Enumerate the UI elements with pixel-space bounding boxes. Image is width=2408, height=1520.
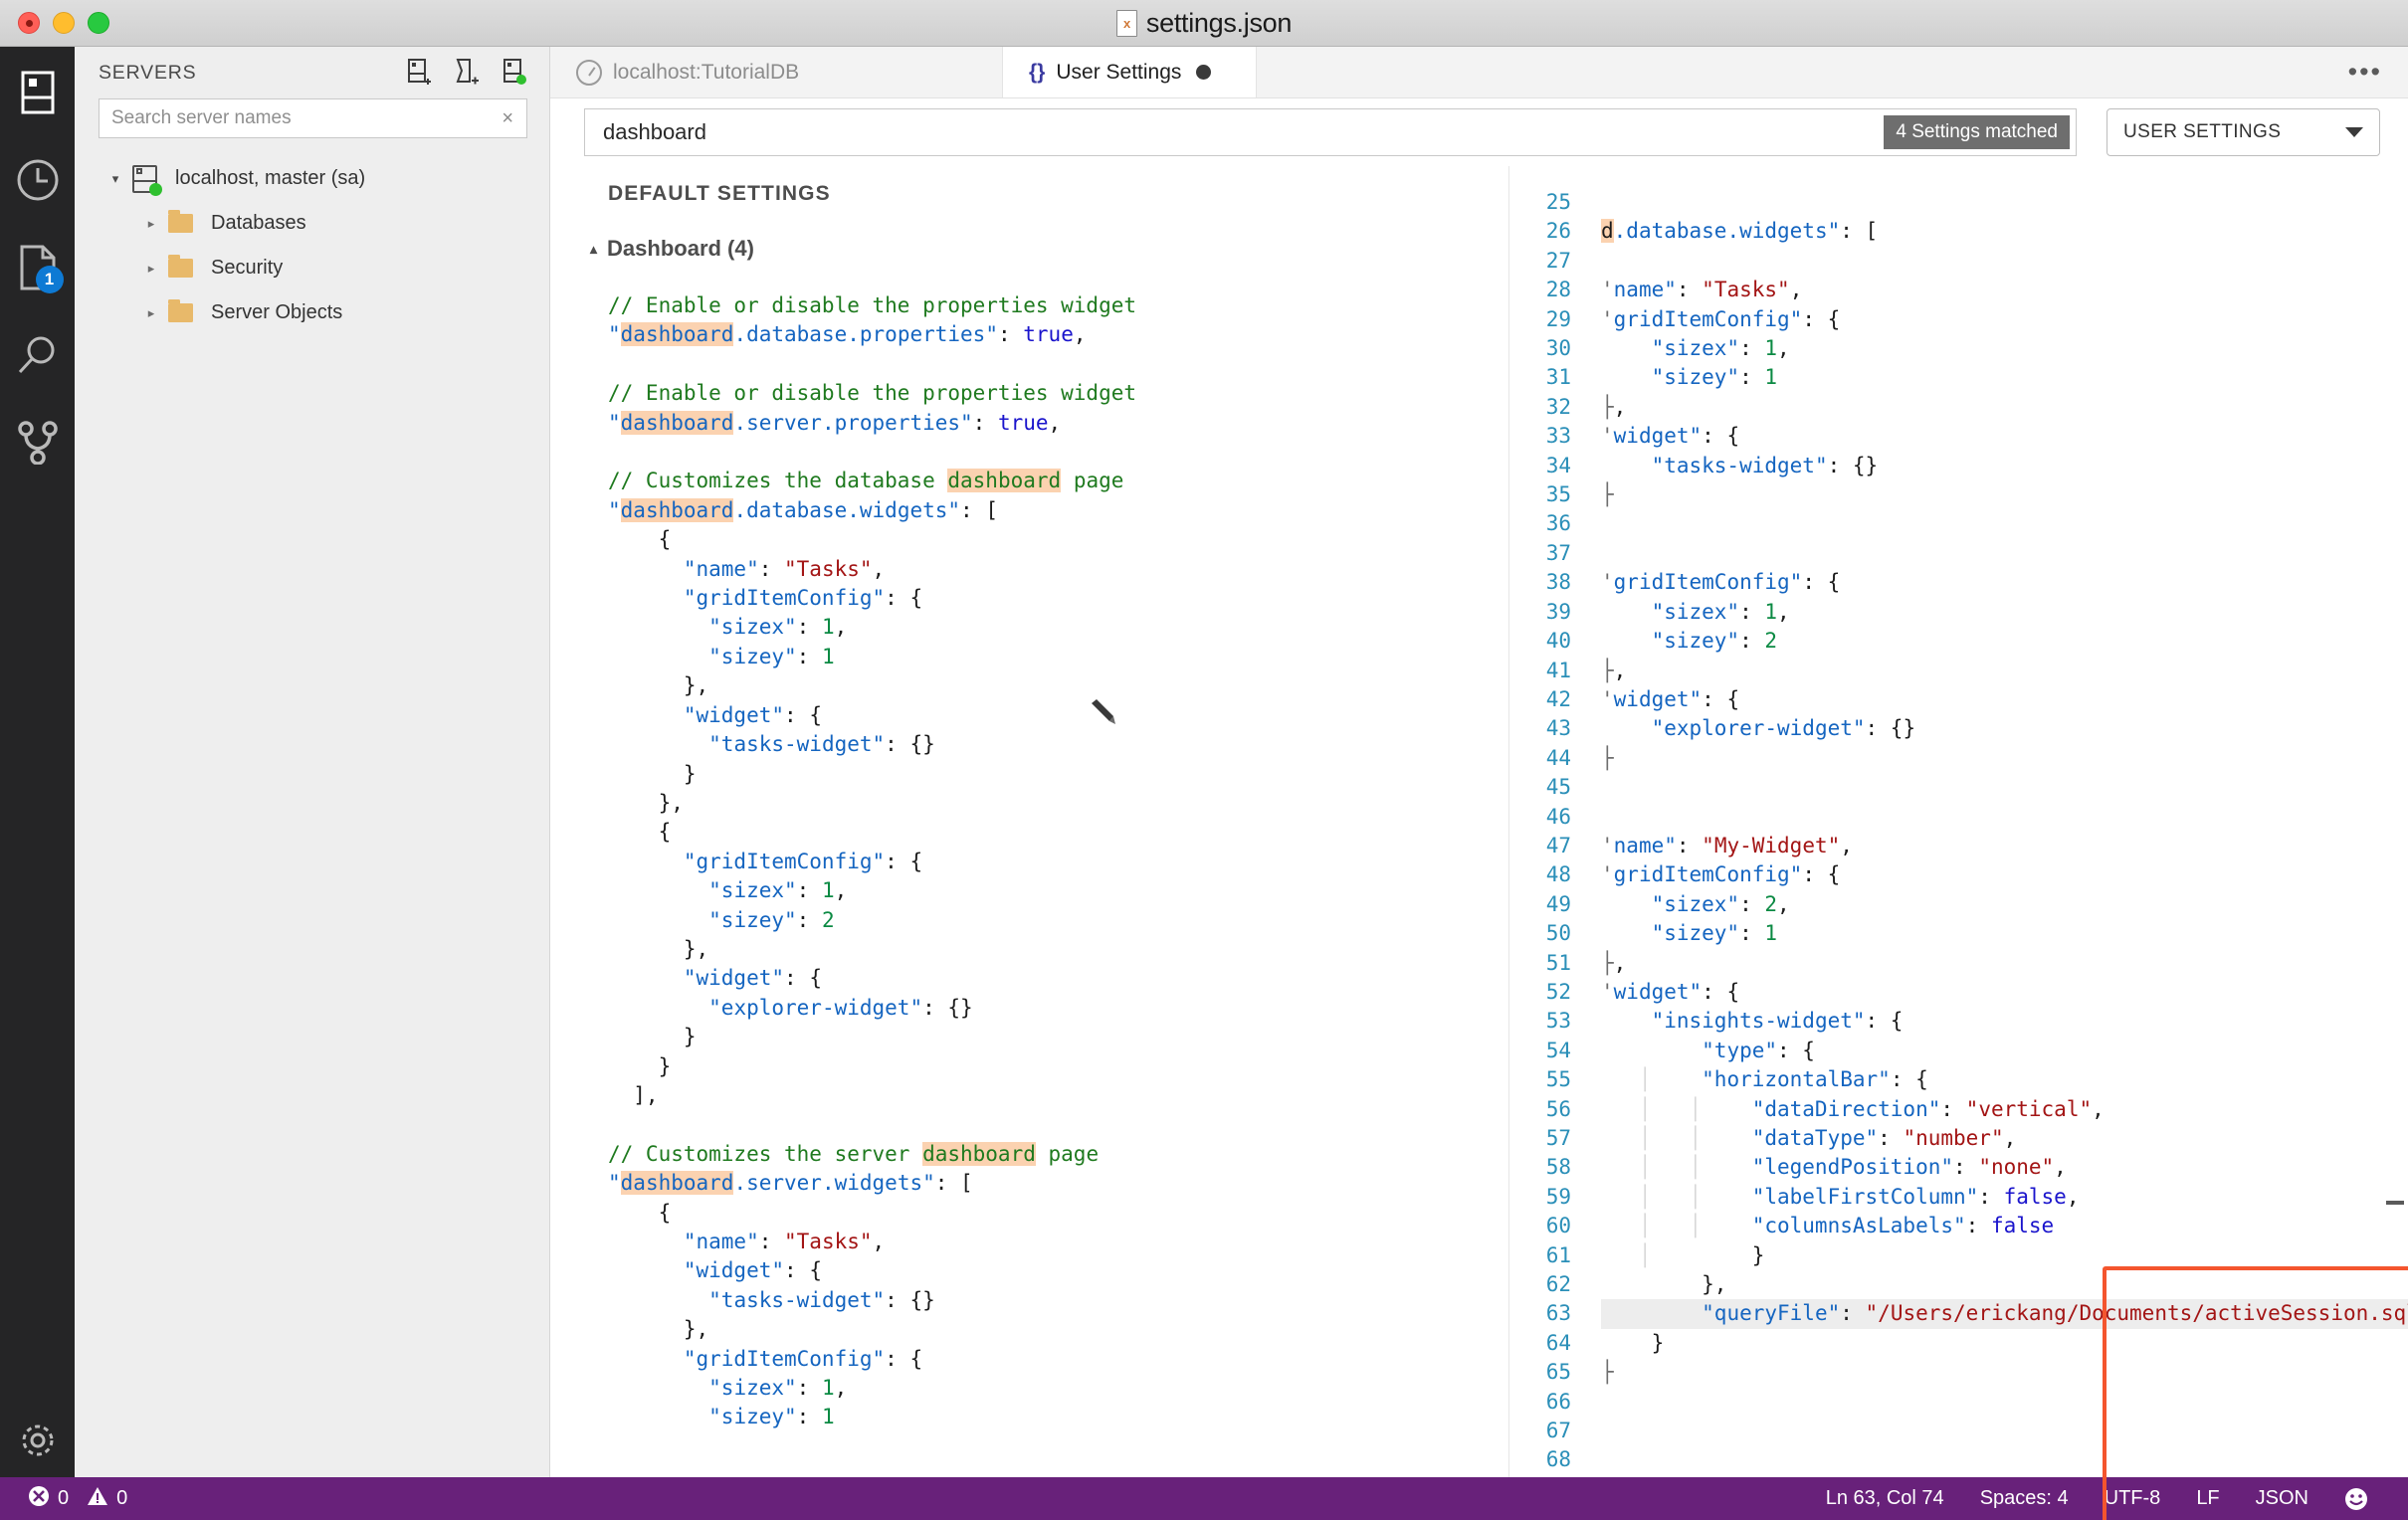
editor-actions-more-icon[interactable]: ••• [2322,47,2408,97]
pencil-icon[interactable] [1088,697,1117,727]
files-icon[interactable]: 1 [14,244,64,293]
folder-icon [168,299,202,322]
status-cursor-position[interactable]: Ln 63, Col 74 [1808,1487,1962,1510]
window-title-text: settings.json [1145,7,1293,38]
settings-group-label: Dashboard (4) [607,236,754,261]
sidebar-header: SERVERS [75,47,549,98]
scrollbar-thumb[interactable] [2386,1201,2404,1205]
chevron-right-icon[interactable]: ▸ [134,216,168,232]
default-settings-code: // Enable or disable the properties widg… [608,293,1137,1429]
tree-item-security[interactable]: ▸ Security [75,246,549,290]
tab-localhost-tutorialdb[interactable]: localhost:TutorialDB [550,47,1003,97]
folder-icon [168,255,202,278]
status-indentation[interactable]: Spaces: 4 [1962,1487,2087,1510]
servers-sidebar: SERVERS × [75,47,550,1477]
chevron-right-icon[interactable]: ▸ [134,261,168,277]
tree-item-label: Databases [211,212,306,234]
servers-icon[interactable] [14,69,62,116]
settings-group-dashboard[interactable]: ▴ Dashboard (4) [550,206,1491,262]
folder-icon [168,210,202,233]
gear-icon[interactable] [14,1425,62,1477]
new-connection-icon[interactable] [406,59,432,86]
user-settings-code[interactable]: d.database.widgets": [ 'name": "Tasks", … [1587,166,2408,1477]
tree-item-localhost[interactable]: ▾ localhost, master (sa) [75,156,549,201]
dashboard-icon [576,59,602,86]
sidebar-title: SERVERS [99,61,197,84]
search-server-box[interactable]: × [99,98,527,138]
files-badge: 1 [35,266,64,293]
line-number-gutter: 25 26 27 28 29 30 31 32 33 34 35 36 37 3… [1545,190,1571,1472]
settings-toolbar: 4 Settings matched USER SETTINGS [550,98,2408,166]
tree-item-label: localhost, master (sa) [175,167,366,189]
search-icon[interactable] [14,331,62,379]
error-icon [28,1485,50,1513]
settings-search-input[interactable] [603,119,1885,145]
settings-scope-label: USER SETTINGS [2123,121,2282,142]
clear-search-icon[interactable]: × [499,107,516,130]
status-encoding[interactable]: UTF-8 [2087,1487,2179,1510]
tab-label: localhost:TutorialDB [613,60,800,84]
servers-tree: ▾ localhost, master (sa) ▸ Databases ▸ S… [75,138,549,335]
server-search-wrapper: × [75,98,549,138]
settings-search-box[interactable]: 4 Settings matched [584,108,2077,156]
status-errors-count: 0 [58,1487,70,1509]
braces-icon: {} [1029,60,1046,84]
status-warnings-count: 0 [116,1487,128,1509]
warning-icon [87,1485,108,1513]
status-bar-left: 0 0 [18,1485,137,1513]
source-control-icon[interactable] [14,419,62,467]
history-icon[interactable] [14,156,62,204]
status-bar-right: Ln 63, Col 74 Spaces: 4 UTF-8 LF JSON [1808,1487,2386,1511]
smiley-icon[interactable] [2326,1487,2386,1511]
chevron-right-icon[interactable]: ▸ [134,305,168,321]
tab-user-settings[interactable]: {} User Settings [1003,47,1257,97]
status-bar: 0 0 Ln 63, Col 74 Spaces: 4 UTF-8 LF JSO… [0,1477,2408,1520]
unsaved-indicator-icon [1196,65,1212,80]
main-body: 1 SERVERS Search server names × ▾ localh… [0,47,2408,1520]
tree-item-label: Security [211,257,284,279]
settings-matched-badge: 4 Settings matched [1884,115,2070,149]
status-language-mode[interactable]: JSON [2238,1487,2326,1510]
tree-item-databases[interactable]: ▸ Databases [75,201,549,246]
refresh-servers-icon[interactable] [502,59,527,86]
editor-tabbar: localhost:TutorialDB {} User Settings ••… [550,47,2408,98]
json-file-icon: x [1115,9,1137,37]
window-titlebar: x settings.json [0,0,2408,47]
right-editor-inner: 25 26 27 28 29 30 31 32 33 34 35 36 37 3… [1509,166,2408,1477]
window-title: x settings.json [0,8,2408,39]
chevron-down-icon [2345,127,2363,137]
status-errors[interactable]: 0 0 [18,1485,137,1513]
application-window: x settings.json 1 SERVERS Search server … [0,0,2408,1520]
user-settings-pane[interactable]: 25 26 27 28 29 30 31 32 33 34 35 36 37 3… [1508,166,2408,1477]
search-server-input[interactable] [111,107,500,129]
server-connected-icon [132,164,166,196]
chevron-down-icon[interactable]: ▴ [590,241,597,258]
status-eol[interactable]: LF [2178,1487,2237,1510]
settings-scope-select[interactable]: USER SETTINGS [2107,108,2380,156]
default-settings-header: DEFAULT SETTINGS [608,182,831,205]
sidebar-actions [406,59,527,86]
tab-label: User Settings [1056,60,1182,84]
activity-bar: 1 [0,47,75,1477]
tree-item-label: Server Objects [211,301,343,323]
new-server-group-icon[interactable] [454,59,480,86]
chevron-down-icon[interactable]: ▾ [99,171,132,187]
default-settings-pane[interactable]: DEFAULT SETTINGS ▴ Dashboard (4) // Enab… [550,166,1491,1477]
editor-split-panes: DEFAULT SETTINGS ▴ Dashboard (4) // Enab… [550,166,2408,1520]
tabbar-spacer [1257,47,2322,97]
pane-splitter[interactable] [1491,166,1508,1477]
editor-area: localhost:TutorialDB {} User Settings ••… [550,47,2408,1520]
tree-item-server-objects[interactable]: ▸ Server Objects [75,290,549,335]
